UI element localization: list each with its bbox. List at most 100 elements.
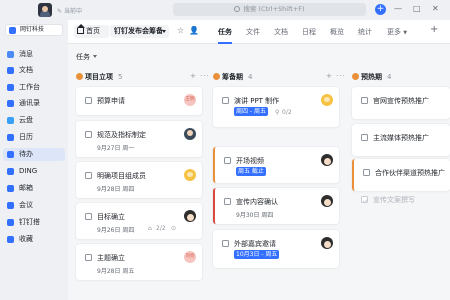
task-title: 主题确立 (97, 254, 125, 262)
task-card[interactable]: 主题确立 9月28日 周五 刘亮 (76, 244, 202, 280)
column-header: 筹备期 4 (213, 72, 252, 82)
avatar (321, 237, 333, 249)
document-icon (7, 67, 14, 74)
user-icon[interactable]: 👤 (189, 27, 199, 35)
task-card[interactable]: 开场视频 周五 截止 (213, 147, 339, 183)
subtask-progress: 0/2 (282, 109, 292, 116)
column-header: 预热期 4 (352, 72, 391, 82)
tab-overview[interactable]: 概览 (330, 20, 344, 44)
calendar-icon (7, 134, 14, 141)
sidebar-item-contacts[interactable]: 通讯录 (3, 97, 65, 110)
task-card[interactable]: 演讲 PPT 制作 周四 - 周五 ⚲ 0/2 (213, 87, 339, 127)
task-checkbox[interactable] (85, 254, 92, 261)
sidebar-item-messages[interactable]: 消息 (3, 48, 65, 61)
sidebar-item-calendar[interactable]: 日历 (3, 131, 65, 144)
link-icon: ⊙ (171, 225, 177, 232)
task-due-date: 周四 - 周五 (234, 107, 268, 116)
tab-more[interactable]: 更多 ▼ (387, 20, 407, 44)
sidebar-item-mail[interactable]: 邮箱 (3, 182, 65, 195)
task-checkbox[interactable] (85, 172, 92, 179)
avatar (321, 154, 333, 166)
home-label: 首页 (86, 27, 100, 35)
task-title: 主流媒体预热推广 (373, 134, 429, 142)
maximize-icon[interactable]: □ (413, 5, 421, 13)
sidebar-item-label: 云盘 (19, 116, 33, 124)
cloud-icon (7, 117, 14, 124)
task-title: 合作伙伴渠道预热推广 (375, 169, 445, 177)
task-title: 开场视频 (236, 157, 264, 165)
sidebar-item-workbench[interactable]: 工作台 (3, 81, 65, 94)
search-placeholder: 搜索 (Ctrl+Shift+F) (243, 5, 305, 13)
task-checkbox[interactable] (361, 134, 368, 141)
task-card[interactable]: 主流媒体预热推广 (352, 124, 450, 156)
task-filter[interactable]: 任务 (76, 52, 97, 62)
task-due-date: 9月30日 周四 (236, 212, 274, 219)
search-input[interactable]: 搜索 (Ctrl+Shift+F) (173, 3, 366, 16)
task-card[interactable]: 宣传文案撰写 (352, 186, 450, 212)
task-checkbox[interactable] (222, 97, 229, 104)
contacts-icon (7, 100, 14, 107)
task-card[interactable]: 外部嘉宾邀请 10月3日 - 周五 (213, 230, 339, 268)
pen-icon: ✎ (57, 8, 63, 15)
search-icon (234, 6, 241, 12)
sidebar-item-label: 日历 (19, 133, 33, 141)
home-button[interactable]: 首页 (74, 24, 109, 38)
task-card[interactable]: 宣传内容确认 9月30日 周四 (213, 188, 339, 224)
sidebar-item-dingda[interactable]: 钉钉搭 (3, 216, 65, 229)
sidebar-item-label: 消息 (19, 50, 33, 58)
task-card[interactable]: 预算申请 王明 (76, 87, 202, 115)
sidebar-item-favorites[interactable]: 收藏 (3, 233, 65, 246)
task-title: 宣传文案撰写 (373, 196, 415, 204)
star-icon[interactable]: ☆ (177, 27, 184, 35)
user-status[interactable]: ✎ 当前中 (57, 6, 82, 15)
task-checkbox[interactable] (222, 240, 229, 247)
sidebar-item-label: 钉钉搭 (19, 218, 40, 226)
task-checkbox[interactable] (85, 131, 92, 138)
column-count: 5 (118, 73, 123, 81)
avatar (321, 94, 333, 106)
tab-schedule[interactable]: 日程 (302, 20, 316, 44)
task-checkbox[interactable] (363, 169, 370, 176)
org-logo-icon (9, 27, 16, 34)
tab-stats[interactable]: 统计 (358, 20, 372, 44)
create-button[interactable]: + (375, 4, 386, 15)
column-more-icon[interactable]: + ··· (190, 72, 210, 80)
task-card[interactable]: 目标确立 9月26日 周四 ⌂ 2/2 ⊙ (76, 203, 202, 239)
tab-docs[interactable]: 文档 (274, 20, 288, 44)
user-avatar[interactable] (38, 3, 52, 17)
subtask-progress: 2/2 (156, 225, 166, 232)
task-due-date: 9月27日 周一 (97, 145, 135, 152)
ding-icon (7, 168, 14, 175)
sidebar-item-label: 邮箱 (19, 184, 33, 192)
sidebar-item-label: 待办 (19, 150, 33, 158)
task-card[interactable]: 官网宣传预热推广 (352, 87, 450, 119)
column-more-icon[interactable]: + ··· (326, 72, 346, 80)
task-due-date: 9月28日 周五 (97, 268, 135, 275)
task-checkbox[interactable] (224, 157, 231, 164)
sidebar-item-docs[interactable]: 文档 (3, 64, 65, 77)
org-switcher[interactable]: 网钉科技 (5, 24, 63, 36)
task-filter-label: 任务 (76, 53, 90, 61)
close-icon[interactable]: ✕ (432, 5, 439, 13)
sidebar-item-label: 文档 (19, 66, 33, 74)
sidebar-item-todo[interactable]: 待办 (3, 148, 65, 161)
task-checkbox[interactable] (85, 213, 92, 220)
tab-files[interactable]: 文件 (246, 20, 260, 44)
task-checkbox[interactable] (361, 97, 368, 104)
sidebar-item-drive[interactable]: 云盘 (3, 114, 65, 127)
minimize-icon[interactable]: — (394, 5, 402, 13)
add-tab-icon[interactable]: + (430, 25, 438, 35)
task-card[interactable]: 明确项目组成员 9月28日 周四 (76, 162, 202, 198)
task-card[interactable]: 规范及指标制定 9月27日 周一 (76, 121, 202, 157)
avatar (321, 195, 333, 207)
tab-tasks[interactable]: 任务 (218, 20, 232, 44)
task-checkbox[interactable] (361, 196, 368, 203)
project-name: 钉钉发布会筹备 (114, 27, 163, 35)
task-checkbox[interactable] (85, 97, 92, 104)
sidebar-item-ding[interactable]: DING (3, 165, 65, 178)
project-switcher[interactable]: 钉钉发布会筹备 (110, 25, 169, 38)
task-checkbox[interactable] (224, 198, 231, 205)
grid-icon (7, 84, 14, 91)
sidebar-item-meeting[interactable]: 会议 (3, 199, 65, 212)
task-title: 目标确立 (97, 213, 125, 221)
